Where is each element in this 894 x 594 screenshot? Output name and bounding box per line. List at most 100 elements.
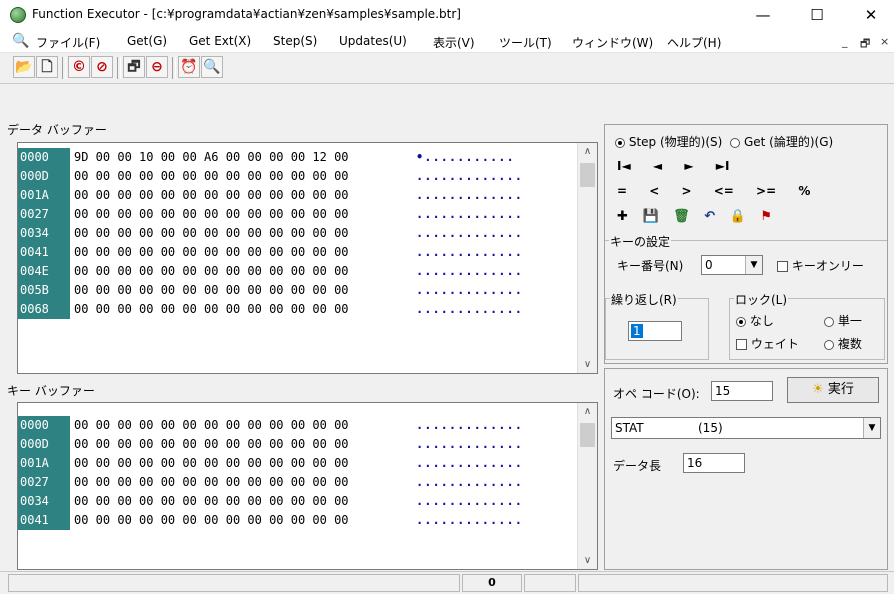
data-buffer-panel[interactable]: 0000 9D 00 00 10 00 00 A6 00 00 00 00 12 … <box>17 142 598 374</box>
row-ascii[interactable]: ............. <box>416 262 523 281</box>
data-row[interactable]: 0041 00 00 00 00 00 00 00 00 00 00 00 00 … <box>18 243 580 262</box>
scroll-down-icon[interactable]: ∨ <box>578 552 597 569</box>
mdi-child-icon[interactable]: 🔍 <box>12 33 29 49</box>
data-row[interactable]: 000D 00 00 00 00 00 00 00 00 00 00 00 00 … <box>18 167 580 186</box>
row-ascii[interactable]: ............. <box>416 224 523 243</box>
row-ascii[interactable]: ............. <box>416 167 523 186</box>
scroll-down-icon[interactable]: ∨ <box>578 356 597 373</box>
key-row[interactable]: 0027 00 00 00 00 00 00 00 00 00 00 00 00 … <box>18 473 580 492</box>
scroll-up-icon[interactable]: ∧ <box>578 403 597 420</box>
row-bytes[interactable]: 00 00 00 00 00 00 00 00 00 00 00 00 00 <box>74 167 349 186</box>
minimize-button[interactable]: — <box>740 0 786 30</box>
lock-wait-checkbox[interactable] <box>736 339 747 350</box>
key-number-dropdown[interactable]: 0 ▼ <box>701 255 763 275</box>
key-row[interactable]: 0041 00 00 00 00 00 00 00 00 00 00 00 00 … <box>18 511 580 530</box>
menu-updates[interactable]: Updates(U) <box>339 34 407 48</box>
get-greater-equal-button[interactable]: >= <box>756 184 776 198</box>
chevron-down-icon[interactable]: ▼ <box>745 256 762 274</box>
row-bytes[interactable]: 00 00 00 00 00 00 00 00 00 00 00 00 00 <box>74 511 349 530</box>
key-only-option[interactable]: キーオンリー <box>777 257 864 274</box>
row-bytes[interactable]: 00 00 00 00 00 00 00 00 00 00 00 00 00 <box>74 454 349 473</box>
first-record-button[interactable]: I◄ <box>617 159 631 173</box>
menu-file[interactable]: ファイル(F) <box>36 34 100 51</box>
last-record-button[interactable]: ►I <box>716 159 730 173</box>
lock-none-radio[interactable] <box>736 316 746 327</box>
row-bytes[interactable]: 00 00 00 00 00 00 00 00 00 00 00 00 00 <box>74 243 349 262</box>
row-bytes[interactable]: 9D 00 00 10 00 00 A6 00 00 00 00 12 00 <box>74 148 349 167</box>
key-row[interactable]: 0034 00 00 00 00 00 00 00 00 00 00 00 00 … <box>18 492 580 511</box>
close-button[interactable]: ✕ <box>848 0 894 30</box>
maximize-button[interactable]: ☐ <box>794 0 840 30</box>
lock-wait-label[interactable]: ウェイト <box>751 337 799 351</box>
menu-get[interactable]: Get(G) <box>127 34 167 48</box>
mdi-close-button[interactable]: × <box>880 35 889 48</box>
row-bytes[interactable]: 00 00 00 00 00 00 00 00 00 00 00 00 00 <box>74 224 349 243</box>
row-ascii[interactable]: ............. <box>416 243 523 262</box>
row-ascii[interactable]: ............. <box>416 186 523 205</box>
row-ascii[interactable]: •........... <box>416 148 515 167</box>
flag-icon[interactable]: ⚑ <box>760 209 772 224</box>
get-mode-radio[interactable] <box>730 137 741 148</box>
repeat-input[interactable]: 1 <box>628 321 682 341</box>
mdi-minimize-button[interactable]: _ <box>842 35 848 48</box>
get-less-button[interactable]: < <box>649 184 659 198</box>
data-row[interactable]: 0000 9D 00 00 10 00 00 A6 00 00 00 00 12 … <box>18 148 580 167</box>
key-row[interactable]: 0000 00 00 00 00 00 00 00 00 00 00 00 00 … <box>18 416 580 435</box>
opcode-input[interactable]: 15 <box>711 381 773 401</box>
chevron-down-icon[interactable]: ▼ <box>863 418 880 438</box>
open-folder-icon[interactable]: 📂 <box>13 56 35 78</box>
lock-wait-option[interactable]: ウェイト <box>736 335 799 352</box>
close-file-icon[interactable]: ⊘ <box>91 56 113 78</box>
row-ascii[interactable]: ............. <box>416 473 523 492</box>
new-file-icon[interactable]: 🗋 <box>36 56 58 78</box>
menu-get-ext[interactable]: Get Ext(X) <box>189 34 251 48</box>
key-buffer-panel[interactable]: 0000 00 00 00 00 00 00 00 00 00 00 00 00 … <box>17 402 598 570</box>
row-bytes[interactable]: 00 00 00 00 00 00 00 00 00 00 00 00 00 <box>74 262 349 281</box>
next-record-button[interactable]: ► <box>684 159 693 173</box>
row-ascii[interactable]: ............. <box>416 281 523 300</box>
open-file-icon[interactable]: © <box>68 56 90 78</box>
menu-help[interactable]: ヘルプ(H) <box>667 34 721 51</box>
row-ascii[interactable]: ............. <box>416 205 523 224</box>
reset-icon[interactable]: ⏰ <box>178 56 200 78</box>
get-mode-label[interactable]: Get (論理的)(G) <box>744 135 833 149</box>
save-icon[interactable]: 💾 <box>642 209 658 224</box>
step-mode-radio[interactable] <box>615 137 625 148</box>
menu-tools[interactable]: ツール(T) <box>499 34 552 51</box>
row-bytes[interactable]: 00 00 00 00 00 00 00 00 00 00 00 00 00 <box>74 416 349 435</box>
data-row[interactable]: 0027 00 00 00 00 00 00 00 00 00 00 00 00 … <box>18 205 580 224</box>
row-bytes[interactable]: 00 00 00 00 00 00 00 00 00 00 00 00 00 <box>74 186 349 205</box>
data-row[interactable]: 001A 00 00 00 00 00 00 00 00 00 00 00 00 … <box>18 186 580 205</box>
data-buffer-scrollbar[interactable]: ∧ ∨ <box>577 143 597 373</box>
step-mode-label[interactable]: Step (物理的)(S) <box>629 135 722 149</box>
operation-dropdown[interactable]: STAT (15) ▼ <box>611 417 881 439</box>
row-ascii[interactable]: ............. <box>416 454 523 473</box>
row-ascii[interactable]: ............. <box>416 511 523 530</box>
mdi-restore-button[interactable]: 🗗 <box>860 35 870 54</box>
data-row[interactable]: 0034 00 00 00 00 00 00 00 00 00 00 00 00 … <box>18 224 580 243</box>
key-buffer-scrollbar[interactable]: ∧ ∨ <box>577 403 597 569</box>
scroll-thumb[interactable] <box>580 423 595 447</box>
menu-view[interactable]: 表示(V) <box>433 34 475 51</box>
row-bytes[interactable]: 00 00 00 00 00 00 00 00 00 00 00 00 00 <box>74 473 349 492</box>
lock-single-option[interactable]: 単一 <box>824 312 862 329</box>
row-bytes[interactable]: 00 00 00 00 00 00 00 00 00 00 00 00 00 <box>74 300 349 319</box>
undo-icon[interactable]: ↶ <box>704 209 715 224</box>
menu-step[interactable]: Step(S) <box>273 34 317 48</box>
search-icon[interactable]: 🔍 <box>201 56 223 78</box>
row-bytes[interactable]: 00 00 00 00 00 00 00 00 00 00 00 00 00 <box>74 492 349 511</box>
lock-multi-option[interactable]: 複数 <box>824 335 862 352</box>
lock-multi-label[interactable]: 複数 <box>838 337 862 351</box>
row-ascii[interactable]: ............. <box>416 416 523 435</box>
lock-none-option[interactable]: なし <box>736 312 774 329</box>
key-only-checkbox[interactable] <box>777 261 788 272</box>
lock-single-label[interactable]: 単一 <box>838 314 862 328</box>
insert-icon[interactable]: ✚ <box>617 209 628 224</box>
properties-icon[interactable]: 🗗 <box>123 56 145 78</box>
row-bytes[interactable]: 00 00 00 00 00 00 00 00 00 00 00 00 00 <box>74 205 349 224</box>
prev-record-button[interactable]: ◄ <box>653 159 662 173</box>
get-less-equal-button[interactable]: <= <box>714 184 734 198</box>
get-equal-button[interactable]: = <box>617 184 627 198</box>
scroll-thumb[interactable] <box>580 163 595 187</box>
delete-icon[interactable]: 🗑 <box>673 209 690 224</box>
